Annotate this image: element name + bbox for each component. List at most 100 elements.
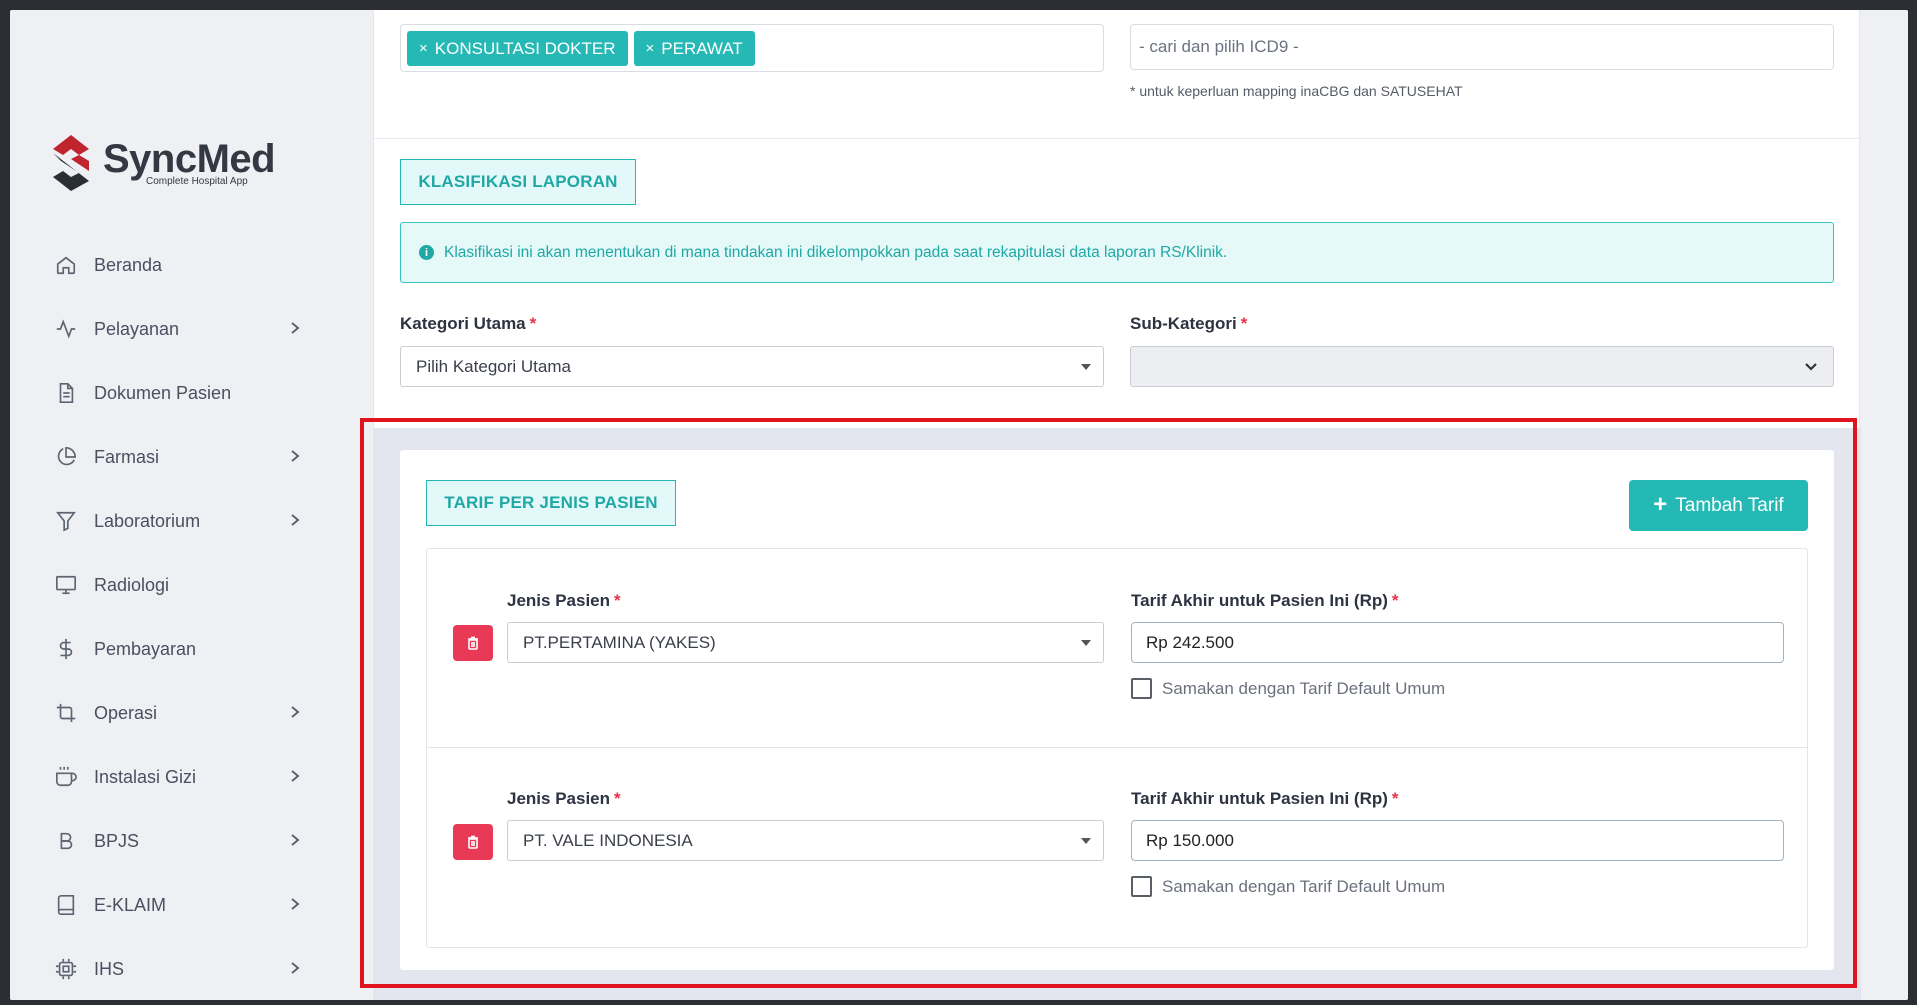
jenis-pasien-label: Jenis Pasien *: [507, 789, 621, 809]
activity-icon: [54, 317, 78, 341]
sidebar-item-farmasi[interactable]: Farmasi: [10, 425, 373, 489]
chevron-right-icon: [289, 703, 301, 718]
plus-icon: +: [1653, 490, 1668, 518]
required-mark: *: [1240, 314, 1248, 333]
pie-chart-icon: [54, 445, 78, 469]
divider: [374, 138, 1861, 139]
coffee-icon: [54, 765, 78, 789]
book-icon: [54, 893, 78, 917]
tarif-akhir-input[interactable]: Rp 150.000: [1131, 820, 1784, 861]
sidebar-item-radiologi[interactable]: Radiologi: [10, 553, 373, 617]
required-mark: *: [1391, 789, 1399, 808]
sidebar-item-ihs[interactable]: IHS: [10, 937, 373, 1000]
icd9-select[interactable]: - cari dan pilih ICD9 -: [1130, 24, 1834, 70]
sidebar-item-label: Farmasi: [94, 446, 160, 467]
sidebar-item-e-klaim[interactable]: E-KLAIM: [10, 873, 373, 937]
checkbox-box[interactable]: [1131, 876, 1152, 897]
chevron-right-icon: [289, 511, 301, 526]
bold-b-icon: [54, 829, 78, 853]
sub-kategori-label: Sub-Kategori *: [1130, 314, 1247, 334]
tag-chip[interactable]: × PERAWAT: [633, 31, 755, 66]
sidebar-item-label: Laboratorium: [94, 510, 201, 531]
tarif-akhir-input[interactable]: Rp 242.500: [1131, 622, 1784, 663]
tag-chip[interactable]: × KONSULTASI DOKTER: [407, 31, 628, 66]
chevron-right-icon: [289, 319, 301, 334]
syncmed-logo-icon: [53, 135, 89, 191]
kategori-utama-select[interactable]: Pilih Kategori Utama: [400, 346, 1104, 387]
tarif-akhir-label: Tarif Akhir untuk Pasien Ini (Rp) *: [1131, 591, 1399, 611]
tarif-akhir-label: Tarif Akhir untuk Pasien Ini (Rp) *: [1131, 789, 1399, 809]
required-mark: *: [1391, 591, 1399, 610]
sidebar-item-pembayaran[interactable]: Pembayaran: [10, 617, 373, 681]
input-value: Rp 150.000: [1146, 830, 1234, 850]
dollar-icon: [54, 637, 78, 661]
chevron-right-icon: [289, 895, 301, 910]
tarif-rows: Jenis Pasien * PT.PERTAMINA (YAKES) Tarif…: [426, 548, 1808, 948]
label-text: Jenis Pasien: [507, 591, 611, 610]
label-text: Jenis Pasien: [507, 789, 611, 808]
select-value: Pilih Kategori Utama: [416, 356, 571, 376]
sidebar-item-label: Pelayanan: [94, 318, 180, 339]
samakan-tarif-checkbox[interactable]: Samakan dengan Tarif Default Umum: [1131, 876, 1445, 897]
label-text: Tarif Akhir untuk Pasien Ini (Rp): [1131, 591, 1388, 610]
sidebar-item-instalasi-gizi[interactable]: Instalasi Gizi: [10, 745, 373, 809]
sidebar-item-operasi[interactable]: Operasi: [10, 681, 373, 745]
icd9-placeholder: - cari dan pilih ICD9 -: [1139, 37, 1299, 56]
remove-tag-icon[interactable]: ×: [646, 40, 655, 57]
trash-icon: [468, 636, 478, 650]
sub-kategori-select[interactable]: [1130, 346, 1834, 387]
required-mark: *: [614, 591, 621, 610]
checkbox-label: Samakan dengan Tarif Default Umum: [1162, 678, 1446, 698]
checkbox-box[interactable]: [1131, 678, 1152, 699]
tarif-row: Jenis Pasien * PT.PERTAMINA (YAKES) Tarif…: [427, 549, 1807, 748]
caret-down-icon: [1081, 364, 1091, 370]
sidebar-item-beranda[interactable]: Beranda: [10, 233, 373, 297]
delete-row-button[interactable]: [453, 824, 493, 860]
sidebar-item-bpjs[interactable]: BPJS: [10, 809, 373, 873]
info-icon: i: [419, 245, 434, 260]
sidebar-item-label: Instalasi Gizi: [94, 766, 197, 787]
sidebar-item-dokumen-pasien[interactable]: Dokumen Pasien: [10, 361, 373, 425]
samakan-tarif-checkbox[interactable]: Samakan dengan Tarif Default Umum: [1131, 678, 1445, 699]
select-value: PT. VALE INDONESIA: [523, 830, 693, 850]
sidebar-item-label: Beranda: [94, 254, 163, 275]
tarif-section: TARIF PER JENIS PASIEN + Tambah Tarif Je…: [374, 428, 1861, 1000]
required-mark: *: [614, 789, 621, 808]
chevron-right-icon: [289, 959, 301, 974]
tag-label: KONSULTASI DOKTER: [434, 38, 616, 58]
kategori-tags-input[interactable]: × KONSULTASI DOKTER × PERAWAT: [400, 24, 1104, 72]
home-icon: [54, 253, 78, 277]
info-alert: i Klasifikasi ini akan menentukan di man…: [400, 222, 1834, 283]
sidebar-item-label: IHS: [94, 958, 125, 979]
delete-row-button[interactable]: [453, 625, 493, 661]
input-value: Rp 242.500: [1146, 632, 1234, 652]
label-text: Kategori Utama: [400, 314, 526, 333]
tambah-tarif-button[interactable]: + Tambah Tarif: [1629, 480, 1808, 531]
info-text: Klasifikasi ini akan menentukan di mana …: [444, 243, 1228, 261]
sidebar-item-laboratorium[interactable]: Laboratorium: [10, 489, 373, 553]
page-gutter: [1861, 10, 1908, 1000]
sidebar: SyncMed Complete Hospital App Beranda Pe…: [10, 10, 373, 1000]
document-icon: [54, 381, 78, 405]
checkbox-label: Samakan dengan Tarif Default Umum: [1162, 876, 1446, 896]
caret-down-icon: [1081, 838, 1091, 844]
label-text: Tarif Akhir untuk Pasien Ini (Rp): [1131, 789, 1388, 808]
cpu-icon: [54, 957, 78, 981]
crop-icon: [54, 701, 78, 725]
app-window: SyncMed Complete Hospital App Beranda Pe…: [10, 10, 1908, 1000]
remove-tag-icon[interactable]: ×: [419, 40, 428, 57]
sidebar-item-label: Pembayaran: [94, 638, 197, 659]
filter-icon: [54, 509, 78, 533]
jenis-pasien-select[interactable]: PT.PERTAMINA (YAKES): [507, 622, 1104, 663]
jenis-pasien-select[interactable]: PT. VALE INDONESIA: [507, 820, 1104, 861]
chevron-down-icon: [1803, 359, 1819, 380]
button-label: Tambah Tarif: [1675, 494, 1784, 516]
brand-name: SyncMed: [103, 136, 276, 181]
brand-logo[interactable]: SyncMed Complete Hospital App: [45, 133, 276, 193]
tag-label: PERAWAT: [661, 38, 743, 58]
sidebar-item-pelayanan[interactable]: Pelayanan: [10, 297, 373, 361]
main-content: × KONSULTASI DOKTER × PERAWAT - cari dan p…: [373, 10, 1861, 1000]
tarif-card: TARIF PER JENIS PASIEN + Tambah Tarif Je…: [400, 450, 1834, 970]
monitor-icon: [54, 573, 78, 597]
icd9-note: * untuk keperluan mapping inaCBG dan SAT…: [1130, 83, 1463, 99]
